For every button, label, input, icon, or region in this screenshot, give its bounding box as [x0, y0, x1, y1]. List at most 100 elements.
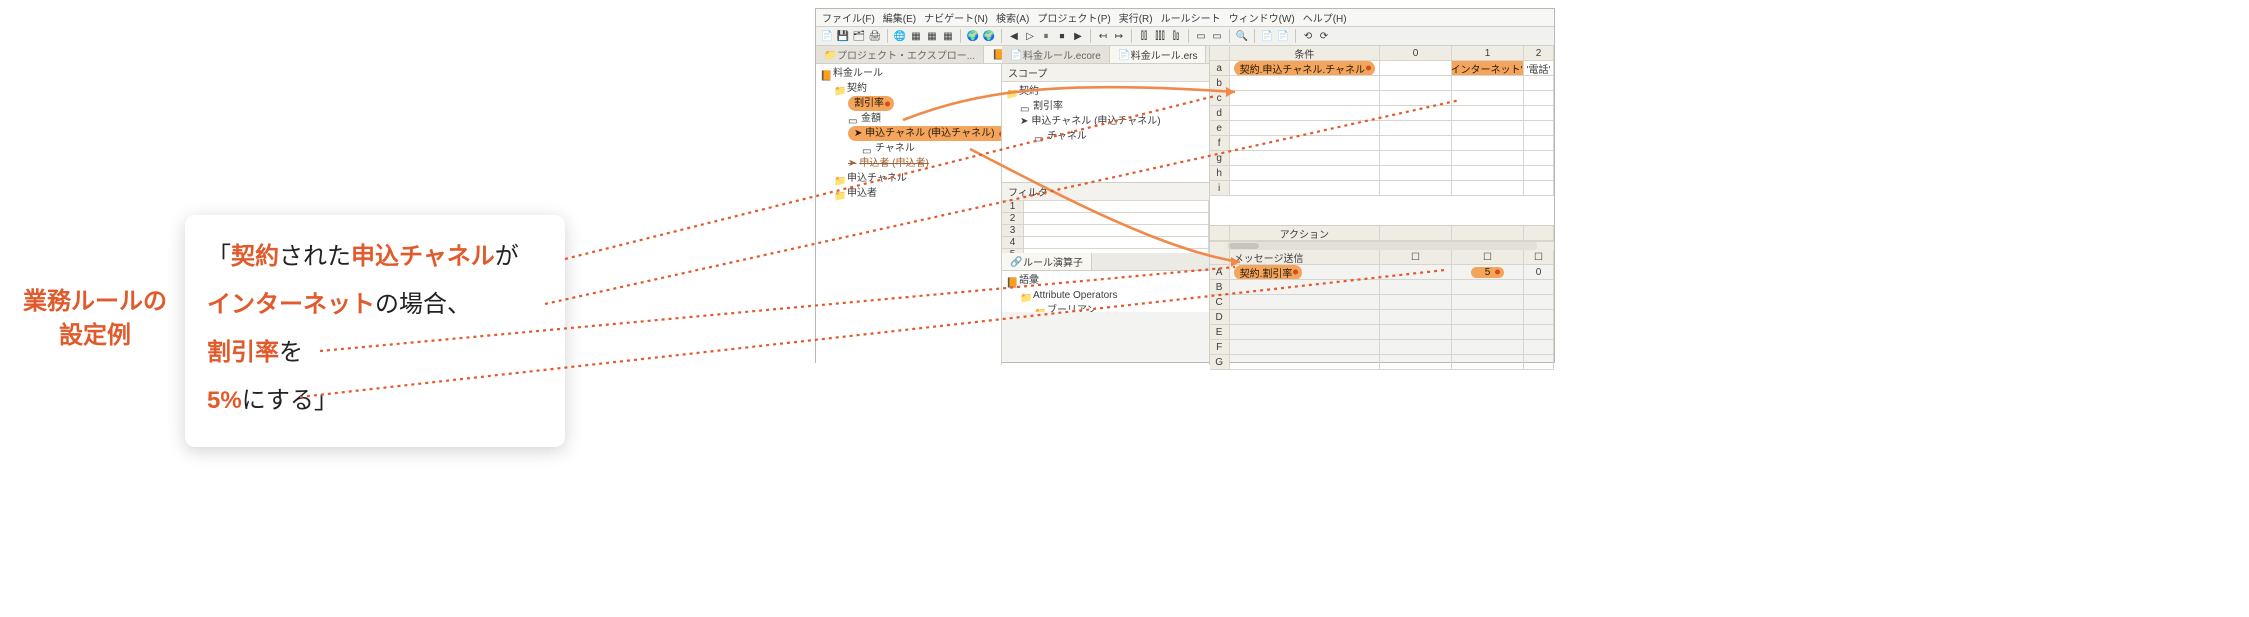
menu-navigate[interactable]: ナビゲート(N) — [924, 10, 988, 25]
tree-contract[interactable]: 📁 契約 — [820, 81, 1001, 96]
align-r-icon[interactable]: ↦ — [1112, 29, 1126, 43]
act-F-c1[interactable] — [1452, 340, 1524, 354]
act-B-c2[interactable] — [1524, 280, 1554, 294]
scope-discount[interactable]: ▭ 割引率 — [1006, 99, 1209, 114]
scope-apply-channel[interactable]: ➤ 申込チャネル (申込チャネル) — [1006, 114, 1209, 129]
tree-channel[interactable]: ▭ チャネル — [820, 141, 1001, 156]
grid3-icon[interactable]: ▦ — [941, 29, 955, 43]
cond-row-a[interactable]: a 契約.申込チャネル.チャネル 'インターネット' '電話' — [1210, 61, 1554, 76]
act-D-c0[interactable] — [1380, 310, 1452, 324]
cond-row-i[interactable]: i — [1210, 181, 1554, 196]
fwd-history-icon[interactable]: ⟳ — [1317, 29, 1331, 43]
operators-tree[interactable]: 📙 語彙 📁 Attribute Operators 📁 ブーリアン — [1002, 271, 1209, 312]
print-icon[interactable]: 🖨 — [868, 29, 882, 43]
tab-ecore[interactable]: 📄 料金ルール.ecore — [1002, 46, 1110, 63]
act-row-B[interactable]: B — [1210, 280, 1554, 295]
menu-rulesheet[interactable]: ルールシート — [1161, 10, 1221, 25]
cond-h-c0[interactable] — [1380, 166, 1452, 180]
menu-run[interactable]: 実行(R) — [1119, 10, 1153, 25]
cond-b-rule[interactable] — [1230, 76, 1380, 90]
doc2-icon[interactable]: 📄 — [1276, 29, 1290, 43]
cond-row-f[interactable]: f — [1210, 136, 1554, 151]
act-C-c0[interactable] — [1380, 295, 1452, 309]
act-F-rule[interactable] — [1230, 340, 1380, 354]
cond-row-c[interactable]: c — [1210, 91, 1554, 106]
cond-d-c2[interactable] — [1524, 106, 1554, 120]
cond-c-rule[interactable] — [1230, 91, 1380, 105]
search-icon[interactable]: 🔍 — [1235, 29, 1249, 43]
grid1-icon[interactable]: ▦ — [909, 29, 923, 43]
doc1-icon[interactable]: 📄 — [1260, 29, 1274, 43]
filter-row-3[interactable]: 3 — [1002, 225, 1209, 237]
act-F-c2[interactable] — [1524, 340, 1554, 354]
cond-g-c2[interactable] — [1524, 151, 1554, 165]
act-D-c2[interactable] — [1524, 310, 1554, 324]
cond-a-rule[interactable]: 契約.申込チャネル.チャネル — [1230, 61, 1380, 75]
filter-val-4[interactable] — [1024, 237, 1209, 248]
op-bool[interactable]: 📁 ブーリアン — [1006, 303, 1209, 312]
act-G-c0[interactable] — [1380, 355, 1452, 369]
menu-search[interactable]: 検索(A) — [996, 10, 1029, 25]
tab-operators[interactable]: 🔗 ルール演算子 — [1002, 253, 1092, 270]
cond-row-b[interactable]: b — [1210, 76, 1554, 91]
cond-c-c1[interactable] — [1452, 91, 1524, 105]
op-root[interactable]: 📙 語彙 — [1006, 273, 1209, 288]
cond-h-c2[interactable] — [1524, 166, 1554, 180]
tree-applicant-assoc[interactable]: ➤ 申込者 (申込者) — [820, 156, 1001, 171]
act-row-G[interactable]: G — [1210, 355, 1554, 370]
conditions-grid[interactable]: 条件 0 1 2 a 契約.申込チャネル.チャネル 'インター — [1210, 46, 1554, 225]
filter-row-2[interactable]: 2 — [1002, 213, 1209, 225]
cond-c-c2[interactable] — [1524, 91, 1554, 105]
save-all-icon[interactable]: 🗂 — [852, 29, 866, 43]
scope-channel[interactable]: ▭ チャネル — [1006, 129, 1209, 144]
cond-row-h[interactable]: h — [1210, 166, 1554, 181]
cond-d-c0[interactable] — [1380, 106, 1452, 120]
action-scrollbar[interactable] — [1210, 241, 1554, 250]
act-msg-c1[interactable]: ☐ — [1452, 250, 1524, 264]
act-D-rule[interactable] — [1230, 310, 1380, 324]
act-F-c0[interactable] — [1380, 340, 1452, 354]
act-C-rule[interactable] — [1230, 295, 1380, 309]
tab-project-explorer[interactable]: 📁 プロジェクト・エクスプロー... — [816, 46, 984, 63]
act-C-c2[interactable] — [1524, 295, 1554, 309]
cond-g-rule[interactable] — [1230, 151, 1380, 165]
cond-f-c1[interactable] — [1452, 136, 1524, 150]
menu-edit[interactable]: 編集(E) — [883, 10, 916, 25]
act-A-c2[interactable]: 0 — [1524, 265, 1554, 279]
cond-h-c1[interactable] — [1452, 166, 1524, 180]
cond-i-rule[interactable] — [1230, 181, 1380, 195]
save-icon[interactable]: 💾 — [836, 29, 850, 43]
act-E-rule[interactable] — [1230, 325, 1380, 339]
act-row-E[interactable]: E — [1210, 325, 1554, 340]
cond-e-c2[interactable] — [1524, 121, 1554, 135]
layout2-icon[interactable]: ▭ — [1210, 29, 1224, 43]
cond-e-c1[interactable] — [1452, 121, 1524, 135]
align-l-icon[interactable]: ↤ — [1096, 29, 1110, 43]
earth2-icon[interactable]: 🌍 — [982, 29, 996, 43]
tree-discount[interactable]: 割引率 — [820, 96, 1001, 111]
act-A-rule[interactable]: 契約.割引率 — [1230, 265, 1380, 279]
cond-a-c1[interactable]: 'インターネット' — [1452, 61, 1524, 75]
cond-row-g[interactable]: g — [1210, 151, 1554, 166]
cond-f-rule[interactable] — [1230, 136, 1380, 150]
nav-stop-icon[interactable]: ⏹ — [1055, 29, 1069, 43]
act-B-c0[interactable] — [1380, 280, 1452, 294]
act-G-rule[interactable] — [1230, 355, 1380, 369]
cond-b-c2[interactable] — [1524, 76, 1554, 90]
menu-project[interactable]: プロジェクト(P) — [1037, 10, 1110, 25]
vocabulary-tree[interactable]: 📙 料金ルール 📁 契約 割引率 ▭ 金額 — [816, 64, 1001, 365]
act-E-c1[interactable] — [1452, 325, 1524, 339]
act-G-c1[interactable] — [1452, 355, 1524, 369]
cond-row-e[interactable]: e — [1210, 121, 1554, 136]
back-history-icon[interactable]: ⟲ — [1301, 29, 1315, 43]
act-C-c1[interactable] — [1452, 295, 1524, 309]
cond-g-c1[interactable] — [1452, 151, 1524, 165]
cond-e-rule[interactable] — [1230, 121, 1380, 135]
act-row-A[interactable]: A 契約.割引率 5 0 — [1210, 265, 1554, 280]
tab-ers[interactable]: 📄 料金ルール.ers — [1110, 46, 1207, 63]
cond-a-c2[interactable]: '電話' — [1524, 61, 1554, 75]
filter-val-3[interactable] — [1024, 225, 1209, 236]
filter-val-1[interactable] — [1024, 201, 1209, 212]
bars1-icon[interactable]: ⫿⫿ — [1137, 29, 1151, 43]
cond-f-c2[interactable] — [1524, 136, 1554, 150]
